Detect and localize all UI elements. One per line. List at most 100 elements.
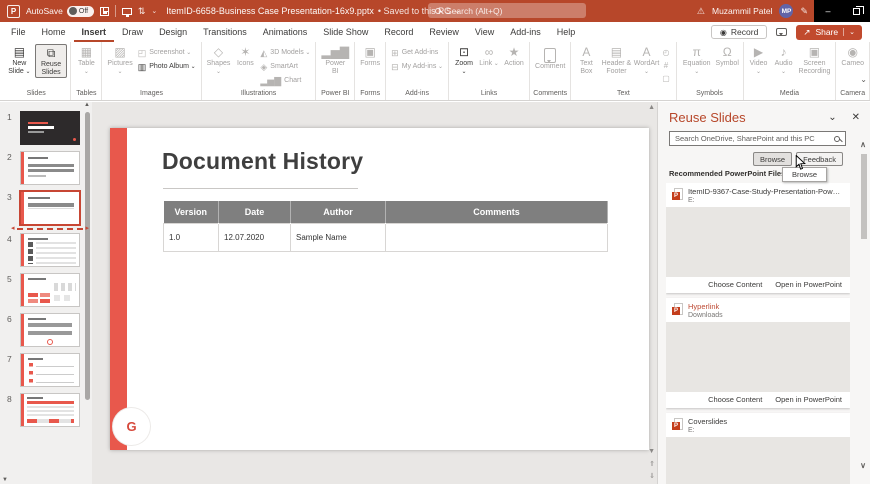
slide-thumbnail-7[interactable]: [20, 353, 80, 387]
slide-thumbnail-1[interactable]: [20, 111, 80, 145]
document-history-table[interactable]: Version Date Author Comments 1.0 12.07.2…: [163, 201, 608, 252]
next-slide-icon[interactable]: ⇓: [649, 472, 655, 480]
text-box-icon: A: [582, 45, 590, 60]
share-button-label: Share: [815, 27, 838, 37]
file-card-1: PItemID-9367-Case-Study-Presentation-Pow…: [666, 183, 850, 293]
ribbon-group-forms: ▣FormsForms: [355, 42, 386, 100]
cell-date[interactable]: 12.07.2020: [219, 223, 291, 251]
pen-icon[interactable]: ✎: [800, 6, 808, 17]
choose-content-link[interactable]: Choose Content: [708, 280, 762, 289]
previous-slide-icon[interactable]: ⇑: [649, 460, 655, 468]
dropdown-chevron-icon: ⌄: [644, 69, 649, 75]
comments-icon[interactable]: [776, 28, 787, 36]
choose-content-link[interactable]: Choose Content: [708, 395, 762, 404]
get-add-ins-icon: ⊞: [391, 48, 399, 59]
slide-thumbnail-5[interactable]: [20, 273, 80, 307]
slide-preview[interactable]: [666, 437, 850, 484]
smartart-button: ◈SmartArt: [258, 61, 312, 73]
reuse-slides-button[interactable]: ⧉Reuse Slides: [35, 44, 68, 78]
forms-icon: ▣: [364, 45, 375, 60]
panel-scroll-up-icon[interactable]: ∧: [860, 140, 866, 149]
dropdown-chevron-icon: ⌄: [216, 69, 221, 75]
open-in-powerpoint-link[interactable]: Open in PowerPoint: [775, 280, 842, 289]
tab-draw[interactable]: Draw: [114, 22, 151, 42]
tab-slide-show[interactable]: Slide Show: [315, 22, 376, 42]
slide-thumbnail-3[interactable]: [20, 191, 80, 225]
editor-scroll-down-icon[interactable]: ▼: [648, 448, 655, 455]
tab-help[interactable]: Help: [549, 22, 584, 42]
tab-home[interactable]: Home: [34, 22, 74, 42]
recommended-files-label: Recommended PowerPoint Files: [669, 169, 785, 178]
close-panel-icon[interactable]: ✕: [852, 112, 860, 123]
panel-scrollbar[interactable]: [861, 154, 867, 239]
thumbnails-scroll-up-icon[interactable]: ▲: [84, 102, 90, 108]
collapse-ribbon-icon[interactable]: ⌄: [860, 75, 867, 84]
avatar[interactable]: MP: [779, 4, 793, 18]
object-icon: ▢: [662, 74, 670, 83]
tab-design[interactable]: Design: [151, 22, 195, 42]
tab-record[interactable]: Record: [376, 22, 421, 42]
warning-icon[interactable]: ⚠: [697, 6, 705, 17]
dropdown-chevron-icon: ⌄: [436, 64, 443, 70]
slide-thumbnail-4[interactable]: [20, 233, 80, 267]
record-button[interactable]: ◉ Record: [711, 25, 767, 39]
panel-search-icon[interactable]: [834, 136, 840, 142]
slide-preview[interactable]: [666, 322, 850, 392]
search-box[interactable]: Search (Alt+Q): [428, 3, 586, 18]
slide-thumbnail-8[interactable]: [20, 393, 80, 427]
autosave-label: AutoSave: [26, 6, 63, 16]
slide-title[interactable]: Document History: [162, 148, 363, 175]
tab-animations[interactable]: Animations: [255, 22, 316, 42]
comment-button: Comment: [533, 44, 567, 71]
cell-author[interactable]: Sample Name: [291, 223, 386, 251]
autosave-toggle[interactable]: AutoSave Off: [26, 6, 94, 17]
audio-icon: ♪: [781, 45, 787, 60]
header-footer-button: ▤Header & Footer: [599, 44, 633, 76]
equation-button: πEquation ⌄: [680, 44, 714, 76]
tab-transitions[interactable]: Transitions: [195, 22, 255, 42]
panel-options-icon[interactable]: ⌄: [828, 112, 836, 123]
ribbon-group-label: Add-ins: [389, 88, 445, 100]
action-button: ★Action: [502, 44, 526, 68]
new-slide-button[interactable]: ▤New Slide ⌄: [5, 44, 34, 76]
slide-preview[interactable]: [666, 207, 850, 277]
share-dropdown-icon[interactable]: ⌄: [843, 28, 855, 36]
document-title-text: ItemID-6658-Business Case Presentation-1…: [166, 6, 374, 16]
tab-review[interactable]: Review: [421, 22, 467, 42]
save-icon[interactable]: [100, 7, 109, 16]
reuse-slides-icon: ⧉: [47, 46, 56, 61]
share-button[interactable]: ↗ Share ⌄: [796, 25, 862, 40]
cell-version[interactable]: 1.0: [164, 223, 219, 251]
slide-thumbnail-2[interactable]: [20, 151, 80, 185]
browse-button[interactable]: Browse: [753, 152, 792, 166]
zoom-button[interactable]: ⊡Zoom ⌄: [452, 44, 476, 76]
panel-scroll-down-icon[interactable]: ∨: [860, 461, 866, 470]
tab-file[interactable]: File: [3, 22, 34, 42]
slide-number: 4: [7, 233, 16, 267]
dropdown-chevron-icon: ⌄: [189, 64, 196, 70]
panel-search-input[interactable]: Search OneDrive, SharePoint and this PC: [669, 131, 846, 146]
thumbnails-scroll-down-icon[interactable]: ▼: [2, 477, 8, 483]
start-slideshow-icon[interactable]: [122, 8, 132, 15]
minimize-button[interactable]: –: [814, 0, 842, 22]
slide-canvas[interactable]: Document History Version Date Author Com…: [110, 128, 649, 450]
document-title[interactable]: ItemID-6658-Business Case Presentation-1…: [166, 6, 460, 16]
cell-comments[interactable]: [386, 223, 608, 251]
updown-arrows-icon[interactable]: ⇅: [138, 6, 146, 17]
tab-view[interactable]: View: [467, 22, 502, 42]
thumbnails-scrollbar[interactable]: [85, 112, 90, 400]
titlebar: P AutoSave Off ⇅ ⌄ ItemID-6658-Business …: [0, 0, 870, 22]
open-in-powerpoint-link[interactable]: Open in PowerPoint: [775, 395, 842, 404]
photo-album-button[interactable]: ▥Photo Album ⌄: [136, 61, 198, 73]
text-box-button: AText Box: [574, 44, 598, 76]
file-location: E:: [688, 197, 844, 204]
ribbon-group-images: ▨Pictures ⌄◰Screenshot ⌄▥Photo Album ⌄Im…: [102, 42, 201, 100]
slide-thumbnail-6[interactable]: [20, 313, 80, 347]
editor-scroll-up-icon[interactable]: ▲: [648, 104, 655, 111]
tab-add-ins[interactable]: Add-ins: [502, 22, 549, 42]
restore-button[interactable]: [842, 0, 870, 22]
ribbon-group-label: Power BI: [319, 88, 351, 100]
customize-quick-access-toolbar-icon[interactable]: ⌄: [151, 7, 157, 15]
tab-insert[interactable]: Insert: [74, 22, 115, 42]
ribbon-group-media: ▶Video ⌄♪Audio ⌄▣Screen RecordingMedia: [744, 42, 837, 100]
